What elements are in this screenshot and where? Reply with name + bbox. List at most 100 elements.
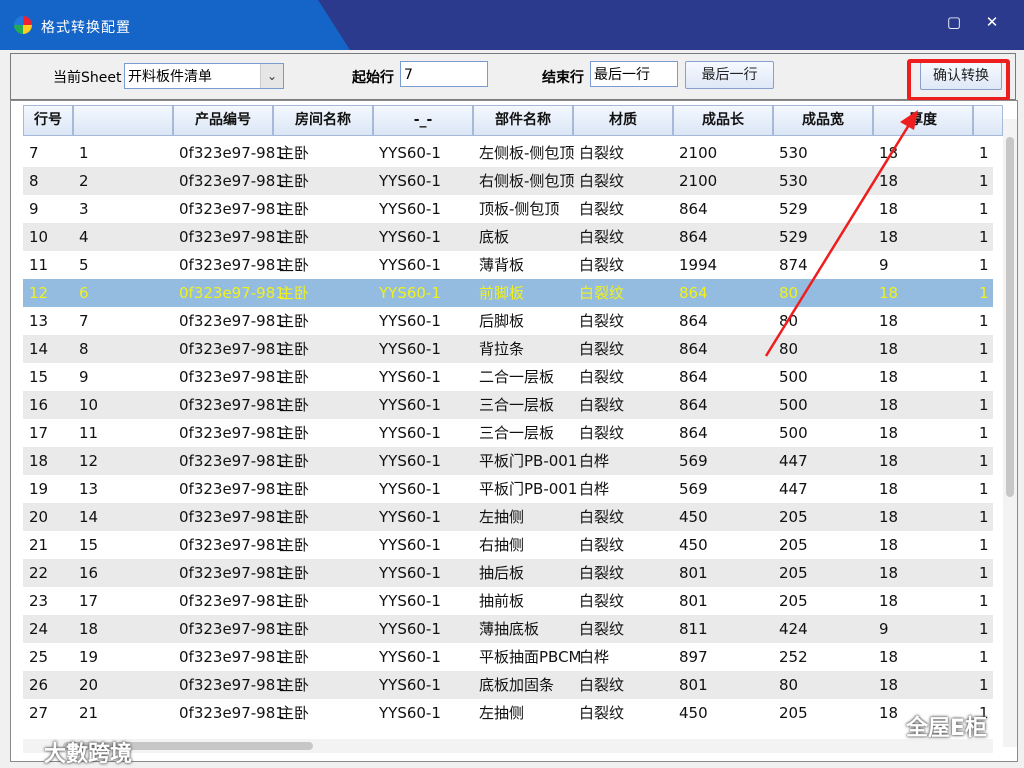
watermark-left: 大數跨境 [44,742,133,767]
column-header[interactable]: 材质 [573,105,673,136]
table-cell: 15 [79,536,99,554]
table-cell: 25 [29,648,49,666]
column-header[interactable]: -_- [373,105,473,136]
table-cell: 右侧板-侧包顶 [479,172,575,190]
table-cell: 0f323e97-981 [179,340,285,358]
table-cell: 4 [79,228,89,246]
table-row[interactable]: 7 1 0f323e97-981 主卧 YYS60-1 左侧板-侧包顶 白裂纹 2100 530… [23,139,993,167]
table-cell: 白裂纹 [579,564,625,582]
table-cell: 白裂纹 [579,144,625,162]
close-button[interactable]: ✕ [975,8,1009,36]
table-cell: 864 [679,200,708,218]
table-cell: 205 [779,536,808,554]
table-cell: 18 [879,564,899,582]
table-row[interactable]: 19 13 0f323e97-981 主卧 YYS60-1 平板门PB-001 白桦 569 4… [23,475,993,503]
data-grid[interactable]: 行号 产品编号 房间名称 -_- 部件名称 材质 成品长 成品宽 厚度 7 1 0f323e97-9… [10,100,1018,762]
table-cell: 18 [29,452,49,470]
table-row[interactable]: 26 20 0f323e97-981 主卧 YYS60-1 底板加固条 白裂纹 801 80 18… [23,671,993,699]
table-cell: 80 [779,676,799,694]
table-cell: 1 [979,256,989,274]
title-bar[interactable]: 格式转换配置 ▢ ✕ [0,0,1024,50]
table-cell: 18 [879,340,899,358]
table-cell: 864 [679,396,708,414]
table-cell: 447 [779,452,808,470]
table-cell: 18 [879,676,899,694]
table-cell: 9 [879,620,889,638]
table-cell: 抽后板 [479,564,525,582]
table-cell: 864 [679,312,708,330]
column-header[interactable]: 厚度 [873,105,973,136]
table-cell: YYS60-1 [379,564,441,582]
last-row-button[interactable]: 最后一行 [685,61,774,89]
table-cell: 20 [29,508,49,526]
table-cell: 1 [979,368,989,386]
column-header[interactable]: 部件名称 [473,105,573,136]
table-cell: 0f323e97-981 [179,424,285,442]
table-cell: 80 [779,312,799,330]
start-row-input[interactable]: 7 [400,61,488,87]
table-cell: YYS60-1 [379,620,441,638]
sheet-select[interactable]: 开料板件清单 ⌄ [124,63,284,89]
table-row[interactable]: 12 6 0f323e97-981 主卧 YYS60-1 前脚板 白裂纹 864 80 18 1 [23,279,993,307]
table-cell: 18 [879,368,899,386]
table-row[interactable]: 15 9 0f323e97-981 主卧 YYS60-1 二合一层板 白裂纹 864 500 18… [23,363,993,391]
table-cell: YYS60-1 [379,452,441,470]
table-cell: 801 [679,592,708,610]
column-header[interactable] [73,105,173,136]
table-row[interactable]: 16 10 0f323e97-981 主卧 YYS60-1 三合一层板 白裂纹 864 500 1… [23,391,993,419]
chevron-down-icon[interactable]: ⌄ [260,64,283,88]
column-header[interactable] [973,105,1003,136]
table-cell: 主卧 [279,424,310,442]
table-cell: 白裂纹 [579,256,625,274]
table-cell: 897 [679,648,708,666]
horizontal-scrollbar[interactable] [23,739,993,753]
column-header[interactable]: 成品宽 [773,105,873,136]
table-row[interactable]: 9 3 0f323e97-981 主卧 YYS60-1 顶板-侧包顶 白裂纹 864 529 18… [23,195,993,223]
table-row[interactable]: 17 11 0f323e97-981 主卧 YYS60-1 三合一层板 白裂纹 864 500 1… [23,419,993,447]
table-cell: 450 [679,508,708,526]
table-cell: 11 [29,256,49,274]
table-cell: 0f323e97-981 [179,200,285,218]
table-row[interactable]: 22 16 0f323e97-981 主卧 YYS60-1 抽后板 白裂纹 801 205 18 1 [23,559,993,587]
table-cell: 顶板-侧包顶 [479,200,560,218]
table-row[interactable]: 13 7 0f323e97-981 主卧 YYS60-1 后脚板 白裂纹 864 80 18 1 [23,307,993,335]
table-row[interactable]: 25 19 0f323e97-981 主卧 YYS60-1 平板抽面PBCM 白桦 897 25… [23,643,993,671]
table-cell: 80 [779,340,799,358]
table-cell: YYS60-1 [379,536,441,554]
table-cell: 6 [79,284,89,302]
end-row-input[interactable]: 最后一行 [590,61,678,87]
table-row[interactable]: 20 14 0f323e97-981 主卧 YYS60-1 左抽侧 白裂纹 450 205 18 1 [23,503,993,531]
column-header[interactable]: 成品长 [673,105,773,136]
table-cell: 9 [29,200,39,218]
column-header[interactable]: 产品编号 [173,105,273,136]
table-row[interactable]: 8 2 0f323e97-981 主卧 YYS60-1 右侧板-侧包顶 白裂纹 2100 530… [23,167,993,195]
table-cell: 1 [979,144,989,162]
table-row[interactable]: 27 21 0f323e97-981 主卧 YYS60-1 左抽侧 白裂纹 450 205 18 1 [23,699,993,727]
table-cell: 10 [29,228,49,246]
maximize-button[interactable]: ▢ [937,8,971,36]
table-row[interactable]: 11 5 0f323e97-981 主卧 YYS60-1 薄背板 白裂纹 1994 874 9 1 [23,251,993,279]
table-cell: 2100 [679,172,718,190]
table-cell: 18 [879,284,899,302]
table-cell: 23 [29,592,49,610]
table-row[interactable]: 10 4 0f323e97-981 主卧 YYS60-1 底板 白裂纹 864 529 18 1 [23,223,993,251]
column-header[interactable]: 行号 [23,105,73,136]
table-cell: 主卧 [279,368,310,386]
table-cell: 1994 [679,256,718,274]
table-cell: 14 [29,340,49,358]
vertical-scroll-thumb[interactable] [1006,137,1014,497]
end-row-label: 结束行 [542,70,584,86]
table-cell: 0f323e97-981 [179,256,285,274]
table-row[interactable]: 24 18 0f323e97-981 主卧 YYS60-1 薄抽底板 白裂纹 811 424 9 1 [23,615,993,643]
table-cell: 801 [679,676,708,694]
table-cell: 864 [679,284,708,302]
table-row[interactable]: 18 12 0f323e97-981 主卧 YYS60-1 平板门PB-001 白桦 569 4… [23,447,993,475]
vertical-scrollbar[interactable] [1003,119,1017,747]
table-row[interactable]: 21 15 0f323e97-981 主卧 YYS60-1 右抽侧 白裂纹 450 205 18 1 [23,531,993,559]
table-cell: 0f323e97-981 [179,676,285,694]
table-cell: 三合一层板 [479,424,555,442]
table-row[interactable]: 23 17 0f323e97-981 主卧 YYS60-1 抽前板 白裂纹 801 205 18 1 [23,587,993,615]
table-row[interactable]: 14 8 0f323e97-981 主卧 YYS60-1 背拉条 白裂纹 864 80 18 1 [23,335,993,363]
column-header[interactable]: 房间名称 [273,105,373,136]
table-cell: 主卧 [279,676,310,694]
